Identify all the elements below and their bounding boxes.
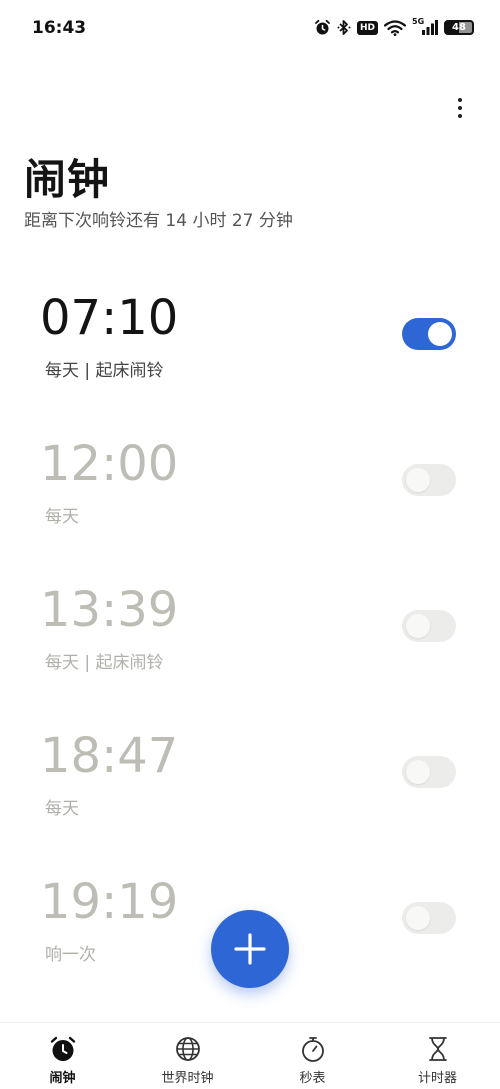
plus-icon [234, 933, 266, 965]
more-dot [458, 114, 462, 118]
alarm-clock-icon [49, 1035, 77, 1063]
alarm-time: 18:47 [40, 728, 179, 784]
alarm-item[interactable]: 07:10 每天 | 起床闹铃 [0, 268, 500, 414]
hd-icon: HD [356, 20, 378, 35]
toggle-knob [406, 468, 430, 492]
status-bar: 16:43 HD 5G 48 [0, 0, 500, 60]
add-alarm-button[interactable] [211, 910, 289, 988]
more-dot [458, 98, 462, 102]
alarm-toggle[interactable] [402, 464, 456, 496]
alarm-item[interactable]: 13:39 每天 | 起床闹铃 [0, 560, 500, 706]
alarm-repeat-label: 每天 | 起床闹铃 [45, 653, 164, 673]
hourglass-icon [424, 1035, 452, 1063]
alarm-time: 13:39 [40, 582, 179, 638]
next-alarm-countdown: 距离下次响铃还有 14 小时 27 分钟 [24, 211, 293, 231]
more-dot [458, 106, 462, 110]
tab-timer[interactable]: 计时器 [375, 1023, 500, 1089]
toggle-knob [406, 614, 430, 638]
globe-icon [174, 1035, 202, 1063]
tab-stopwatch[interactable]: 秒表 [250, 1023, 375, 1089]
alarm-toggle[interactable] [402, 318, 456, 350]
battery-icon: 48 [444, 20, 474, 35]
battery-level: 48 [452, 21, 466, 33]
alarm-toggle[interactable] [402, 902, 456, 934]
alarm-repeat-label: 每天 | 起床闹铃 [45, 361, 164, 381]
tab-label: 秒表 [299, 1071, 326, 1086]
tab-alarm[interactable]: 闹钟 [0, 1023, 125, 1089]
alarm-toggle[interactable] [402, 756, 456, 788]
stopwatch-icon [299, 1035, 327, 1063]
bluetooth-icon [337, 19, 351, 36]
bottom-nav: 闹钟 世界时钟 秒表 计时器 [0, 1022, 500, 1089]
status-icons: HD 5G 48 [314, 17, 474, 36]
tab-world-clock[interactable]: 世界时钟 [125, 1023, 250, 1089]
alarm-repeat-label: 每天 [45, 507, 79, 527]
toggle-knob [406, 906, 430, 930]
tab-label: 世界时钟 [161, 1071, 214, 1086]
alarm-time: 12:00 [40, 436, 179, 492]
alarm-repeat-label: 响一次 [45, 945, 96, 965]
more-options-button[interactable] [450, 94, 470, 122]
alarm-clock-screen: 16:43 HD 5G 48 闹钟 距离下次响铃还有 14 小时 27 分钟 0… [0, 0, 500, 1089]
wifi-icon [384, 19, 406, 36]
status-time: 16:43 [32, 18, 87, 38]
tab-label: 计时器 [417, 1071, 457, 1086]
alarm-item[interactable]: 18:47 每天 [0, 706, 500, 852]
alarm-time: 19:19 [40, 874, 179, 930]
toggle-knob [406, 760, 430, 784]
alarm-icon [314, 19, 331, 36]
page-title: 闹钟 [24, 155, 111, 204]
tab-label: 闹钟 [49, 1071, 76, 1086]
signal-5g-icon: 5G [412, 17, 438, 36]
alarm-time: 07:10 [40, 290, 179, 346]
toggle-knob [428, 322, 452, 346]
alarm-repeat-label: 每天 [45, 799, 79, 819]
alarm-list: 07:10 每天 | 起床闹铃 12:00 每天 13:39 每天 | 起床闹铃… [0, 268, 500, 998]
alarm-item[interactable]: 12:00 每天 [0, 414, 500, 560]
alarm-toggle[interactable] [402, 610, 456, 642]
